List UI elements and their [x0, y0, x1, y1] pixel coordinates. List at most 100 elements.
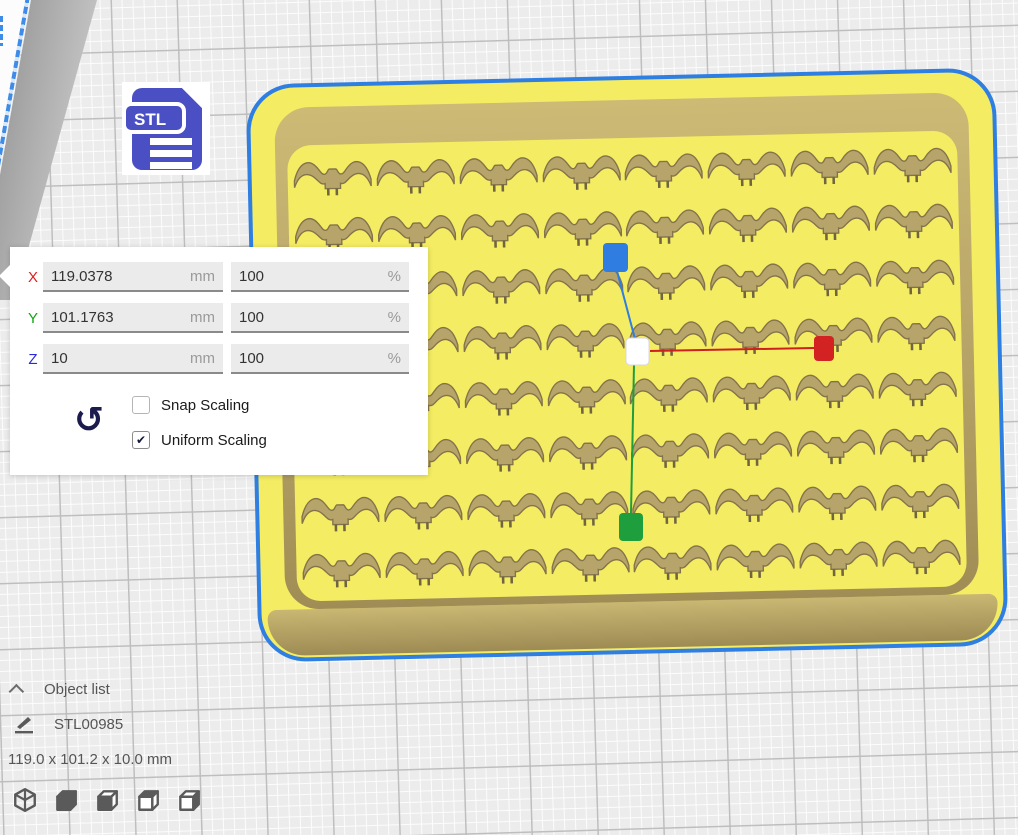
bat-shape-cell — [543, 310, 627, 368]
bat-shape-cell — [546, 422, 630, 480]
bat-shape — [877, 419, 960, 467]
bat-shape-cell — [870, 135, 954, 193]
bat-shape — [300, 545, 383, 593]
axis-label-y: Y — [25, 310, 41, 327]
bat-shape-cell — [706, 194, 790, 252]
bat-shape-cell — [459, 256, 543, 314]
bat-shape-cell — [463, 424, 547, 482]
scale-handle-x[interactable] — [814, 336, 834, 361]
bat-shape — [549, 539, 632, 587]
bat-shape-cell — [465, 536, 549, 594]
bat-shape-cell — [548, 534, 632, 592]
bat-shape-cell — [460, 312, 544, 370]
bat-shape — [709, 311, 792, 359]
bat-shape — [628, 369, 711, 417]
bat-shape-cell — [383, 538, 467, 596]
axis-label-z: Z — [25, 351, 41, 368]
bat-shape — [547, 483, 630, 531]
bat-shape-cell — [795, 472, 879, 530]
bat-shape — [871, 140, 954, 188]
bat-shape-cell — [789, 192, 873, 250]
model-dimensions: 119.0 x 101.2 x 10.0 mm — [8, 751, 172, 768]
scale-tool-panel: X mm % Y mm % Z mm — [10, 247, 428, 475]
view-front-button[interactable] — [53, 787, 79, 813]
unit-label: mm — [190, 350, 215, 367]
view-3d-button[interactable] — [12, 787, 38, 813]
bat-shape — [876, 363, 959, 411]
view-left-button[interactable] — [135, 787, 161, 813]
bat-shape-cell — [708, 306, 792, 364]
bat-shape — [624, 201, 707, 249]
bat-shape — [710, 367, 793, 415]
viewport-3d[interactable]: STL X mm % Y mm — [0, 0, 1018, 835]
bat-shape-cell — [790, 248, 874, 306]
bat-shape-cell — [291, 148, 375, 206]
snap-scaling-checkbox[interactable]: ✔ — [132, 396, 150, 414]
bat-shape-cell — [873, 247, 957, 305]
bat-shape-cell — [796, 528, 880, 586]
bat-shape — [631, 537, 714, 585]
bat-shape — [706, 199, 789, 247]
scale-z-percent-input[interactable] — [239, 350, 388, 367]
bat-shape — [465, 485, 548, 533]
scale-z-mm-input[interactable] — [51, 350, 190, 367]
bat-shape-cell — [878, 470, 962, 528]
bat-shape-cell — [871, 191, 955, 249]
view-top-button[interactable] — [94, 787, 120, 813]
scale-handle-y[interactable] — [619, 513, 643, 541]
object-list-item[interactable]: STL00985 — [14, 714, 123, 734]
bat-shape-cell — [458, 200, 542, 258]
bat-shape — [793, 365, 876, 413]
scale-y-mm-input[interactable] — [51, 309, 190, 326]
bat-shape — [788, 141, 871, 189]
bat-shape — [462, 373, 545, 421]
bat-shape-cell — [464, 480, 548, 538]
scale-x-mm-field[interactable]: mm — [43, 262, 223, 292]
bat-shape-cell — [787, 136, 871, 194]
scale-handle-z[interactable] — [603, 243, 628, 272]
checkmark-icon: ✔ — [136, 433, 146, 447]
object-list-header[interactable]: Object list — [13, 681, 110, 698]
bat-shape — [708, 255, 791, 303]
bat-shape — [713, 479, 796, 527]
bat-shape — [796, 477, 879, 525]
bat-shape — [374, 151, 457, 199]
scale-x-mm-input[interactable] — [51, 268, 190, 285]
view-right-button[interactable] — [176, 787, 202, 813]
bat-shape-cell — [711, 418, 795, 476]
scale-y-mm-field[interactable]: mm — [43, 303, 223, 333]
bat-shape-cell — [539, 142, 623, 200]
bat-shape — [458, 205, 541, 253]
bat-shape — [545, 371, 628, 419]
bat-shape — [622, 145, 705, 193]
reset-scale-button[interactable]: ↺ — [68, 402, 110, 440]
uniform-scaling-row[interactable]: ✔ Uniform Scaling — [132, 431, 267, 449]
scale-x-percent-field[interactable]: % — [231, 262, 409, 292]
bat-shape — [463, 429, 546, 477]
uniform-scaling-checkbox[interactable]: ✔ — [132, 431, 150, 449]
bat-shape-cell — [707, 250, 791, 308]
bat-shape-cell — [381, 482, 465, 540]
bat-shape — [872, 196, 955, 244]
scale-x-percent-input[interactable] — [239, 268, 388, 285]
svg-text:STL: STL — [134, 110, 166, 129]
scale-z-percent-field[interactable]: % — [231, 344, 409, 374]
unit-label: mm — [190, 309, 215, 326]
bat-shape — [457, 149, 540, 197]
scale-y-percent-input[interactable] — [239, 309, 388, 326]
bat-shape — [460, 261, 543, 309]
bat-shape — [790, 253, 873, 301]
object-list-title: Object list — [44, 681, 110, 698]
scale-y-percent-field[interactable]: % — [231, 303, 409, 333]
snap-scaling-label: Snap Scaling — [161, 397, 249, 414]
scale-handle-center[interactable] — [626, 338, 649, 365]
bat-shape — [629, 425, 712, 473]
bat-shape — [705, 143, 788, 191]
unit-label: mm — [190, 268, 215, 285]
bat-shape — [292, 153, 375, 201]
scale-z-mm-field[interactable]: mm — [43, 344, 223, 374]
percent-label: % — [388, 268, 401, 285]
bat-shape — [544, 315, 627, 363]
snap-scaling-row[interactable]: ✔ Snap Scaling — [132, 396, 249, 414]
bat-shape-cell — [874, 303, 958, 361]
